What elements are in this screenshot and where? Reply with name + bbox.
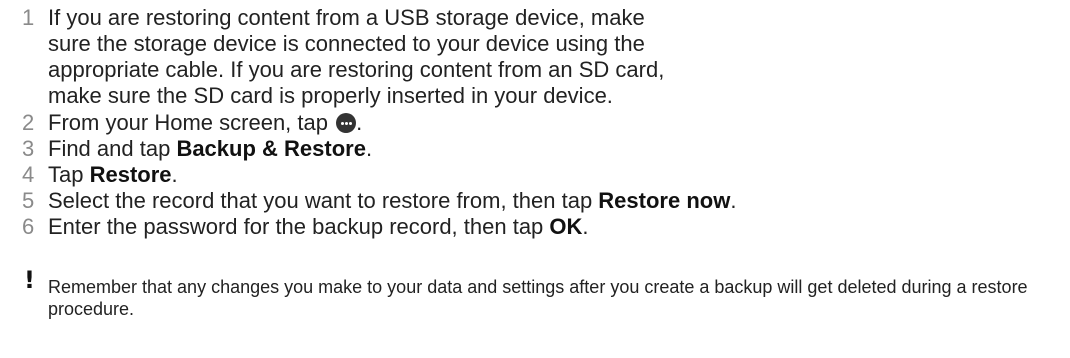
step-6: 6 Enter the password for the backup reco…	[0, 214, 948, 240]
step-text: From your Home screen, tap .	[48, 110, 678, 136]
step-bold-label: Restore	[89, 162, 172, 187]
step-bold-label: Backup & Restore	[176, 136, 366, 161]
step-number: 5	[22, 188, 35, 213]
step-text-after: .	[365, 136, 373, 161]
apps-icon	[336, 113, 357, 133]
step-text: Enter the password for the backup record…	[48, 214, 948, 240]
step-text-before: From your Home screen, tap	[48, 110, 328, 135]
step-text-before: Tap	[48, 162, 90, 187]
step-3: 3 Find and tap Backup & Restore.	[0, 136, 678, 162]
step-number: 2	[22, 110, 35, 135]
step-text-after: .	[171, 162, 178, 187]
step-text-before: Enter the password for the backup record…	[48, 214, 550, 239]
step-2: 2 From your Home screen, tap .	[0, 110, 678, 136]
note-text: Remember that any changes you make to yo…	[48, 277, 1028, 319]
step-text: If you are restoring content from a USB …	[48, 5, 665, 108]
step-number: 4	[22, 162, 35, 187]
step-bold-label: OK	[549, 214, 583, 239]
step-number: 3	[22, 136, 35, 161]
step-text-after: .	[730, 188, 737, 213]
step-number: 6	[22, 214, 35, 239]
step-text-before: Select the record that you want to resto…	[48, 188, 599, 213]
step-4: 4 Tap Restore.	[0, 162, 678, 188]
step-bold-label: Restore now	[598, 188, 731, 213]
step-text-after: .	[582, 214, 589, 239]
step-text: Tap Restore.	[48, 162, 678, 188]
step-5: 5 Select the record that you want to res…	[0, 188, 948, 214]
exclamation-icon: !	[24, 266, 35, 294]
step-text-before: Find and tap	[48, 136, 177, 161]
step-text: Find and tap Backup & Restore.	[48, 136, 678, 162]
step-1: 1 If you are restoring content from a US…	[0, 5, 688, 109]
step-text: Select the record that you want to resto…	[48, 188, 948, 214]
step-number: 1	[22, 5, 35, 30]
step-text-after: .	[356, 110, 363, 135]
